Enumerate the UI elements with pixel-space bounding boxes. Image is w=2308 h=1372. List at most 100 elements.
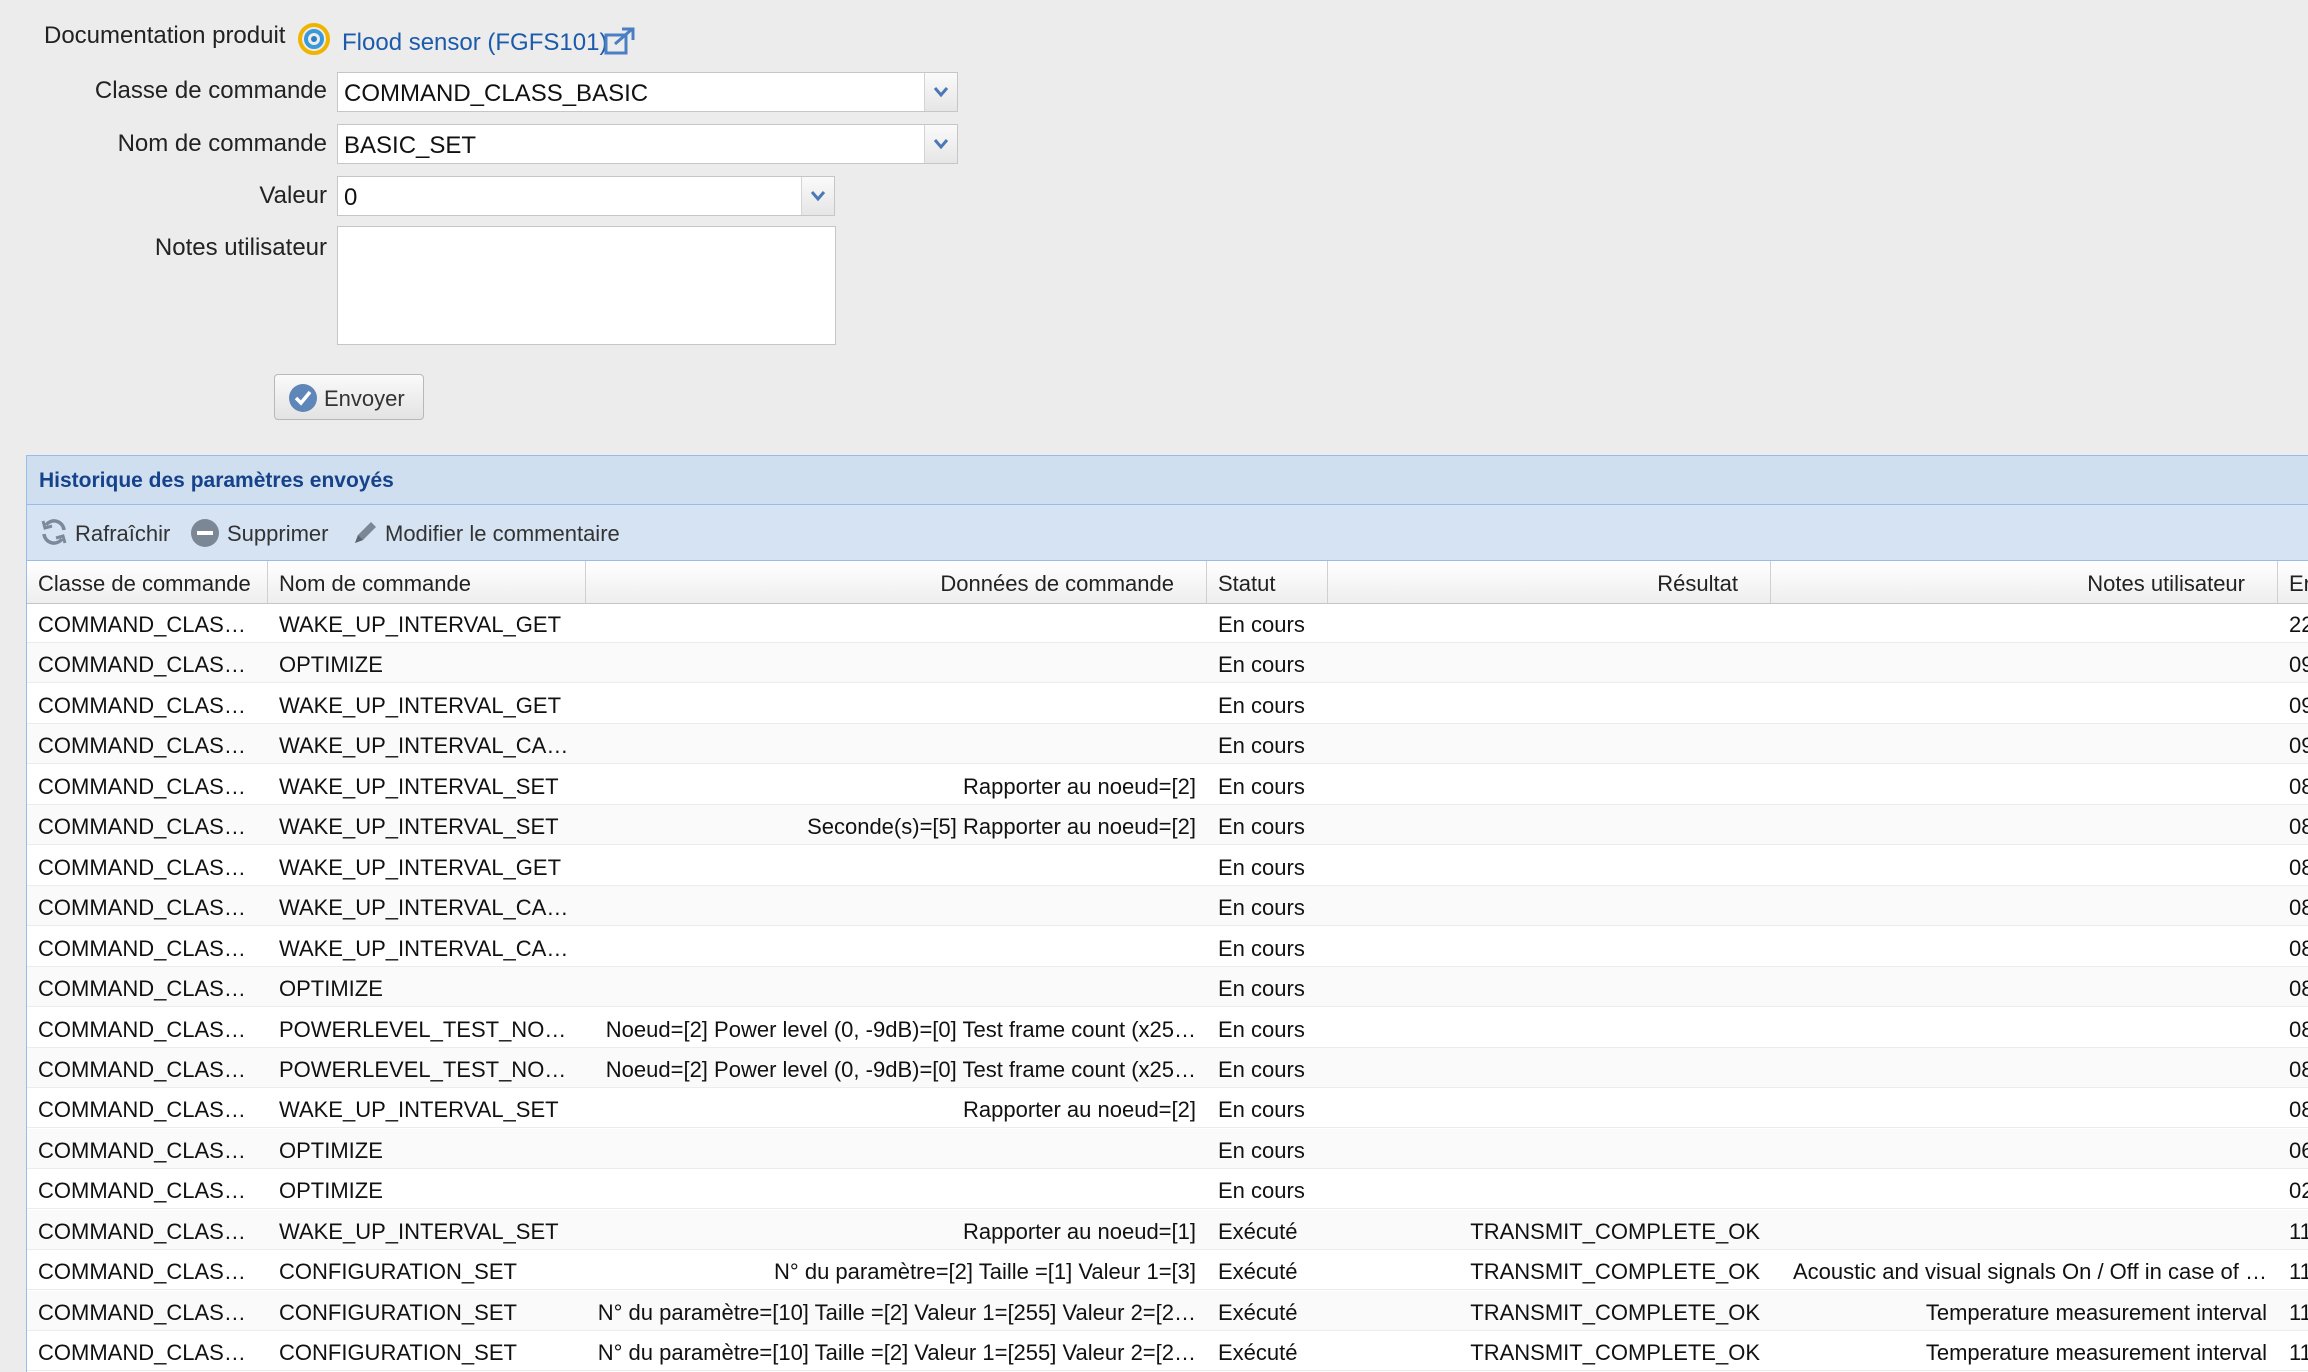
- edit-comment-button[interactable]: Modifier le commentaire: [349, 517, 649, 551]
- cell-command-name: WAKE_UP_INTERVAL_CA…: [279, 935, 569, 961]
- product-doc-icon[interactable]: [297, 22, 331, 61]
- column-header-command-name[interactable]: Nom de commande: [268, 561, 586, 603]
- cell-command-data: [586, 1129, 1207, 1169]
- cell-command-name: WAKE_UP_INTERVAL_GET: [279, 612, 562, 637]
- cell-user-notes: [1771, 724, 2278, 764]
- cell-command-class: COMMAND_CLASS…: [38, 612, 261, 637]
- minus-circle-icon: [191, 519, 219, 547]
- history-panel-header: Historique des paramètres envoyés: [26, 455, 2308, 505]
- cell-status: En cours: [1218, 1137, 1305, 1163]
- cell-command-name: WAKE_UP_INTERVAL_SET: [279, 814, 559, 840]
- value-dropdown-trigger[interactable]: [801, 177, 834, 215]
- table-row[interactable]: COMMAND_CLASS… OPTIMIZE En cours 09/: [27, 643, 2308, 684]
- value-label: Valeur: [259, 182, 327, 209]
- cell-command-name: WAKE_UP_INTERVAL_SET: [279, 1218, 559, 1244]
- cell-result: [1328, 886, 1771, 926]
- cell-date: 08/: [2289, 1016, 2308, 1042]
- table-row[interactable]: COMMAND_CLASS… OPTIMIZE En cours 06/: [27, 1128, 2308, 1169]
- cell-result: [1328, 684, 1771, 724]
- table-row[interactable]: COMMAND_CLASS… WAKE_UP_INTERVAL_GET En cou…: [27, 684, 2308, 724]
- delete-label: Supprimer: [227, 521, 329, 546]
- column-header-command-class[interactable]: Classe de commande: [27, 561, 268, 603]
- refresh-icon: [41, 519, 67, 545]
- table-row[interactable]: COMMAND_CLASS… WAKE_UP_INTERVAL_SET Second…: [27, 805, 2308, 846]
- cell-status: En cours: [1218, 935, 1305, 961]
- command-name-value: BASIC_SET: [344, 132, 477, 159]
- cell-date: 22/: [2289, 612, 2308, 637]
- send-button[interactable]: Envoyer: [274, 374, 424, 420]
- cell-result: [1328, 927, 1771, 967]
- cell-command-name: WAKE_UP_INTERVAL_SET: [279, 773, 559, 799]
- cell-command-class: COMMAND_CLASS…: [38, 895, 261, 921]
- cell-status: En cours: [1218, 1056, 1305, 1082]
- cell-result: [1328, 643, 1771, 683]
- command-name-dropdown-trigger[interactable]: [924, 125, 957, 163]
- external-link-icon[interactable]: [603, 26, 637, 61]
- cell-status: En cours: [1218, 612, 1305, 637]
- cell-command-name: WAKE_UP_INTERVAL_SET: [279, 1097, 559, 1123]
- refresh-button[interactable]: Rafraîchir: [39, 517, 171, 551]
- cell-result: [1328, 1008, 1771, 1048]
- value-combo[interactable]: 0: [337, 176, 835, 216]
- table-row[interactable]: COMMAND_CLASS… POWERLEVEL_TEST_NO… Noeud=[…: [27, 1008, 2308, 1048]
- cell-status: Exécuté: [1218, 1340, 1298, 1366]
- column-header-user-notes[interactable]: Notes utilisateur: [1771, 561, 2278, 603]
- table-row[interactable]: COMMAND_CLASS… OPTIMIZE En cours 02/: [27, 1169, 2308, 1210]
- cell-command-name: WAKE_UP_INTERVAL_CA…: [279, 733, 569, 759]
- cell-user-notes: [1771, 967, 2278, 1007]
- cell-user-notes: [1771, 1008, 2278, 1048]
- history-grid: Classe de commande Nom de commande Donné…: [26, 561, 2308, 1372]
- chevron-down-icon: [810, 191, 826, 202]
- cell-result: [1328, 724, 1771, 764]
- column-header-status[interactable]: Statut: [1207, 561, 1328, 603]
- table-row[interactable]: COMMAND_CLASS… WAKE_UP_INTERVAL_SET Rappor…: [27, 1088, 2308, 1129]
- command-class-combo[interactable]: COMMAND_CLASS_BASIC: [337, 72, 958, 112]
- table-row[interactable]: COMMAND_CLASS… CONFIGURATION_SET N° du par…: [27, 1290, 2308, 1331]
- cell-user-notes: [1771, 1129, 2278, 1169]
- cell-status: Exécuté: [1218, 1259, 1298, 1285]
- cell-date: 09/: [2289, 652, 2308, 678]
- history-toolbar: Rafraîchir Supprimer Modifier le comment…: [26, 505, 2308, 561]
- cell-command-data: Rapporter au noeud=[1]: [962, 1218, 1196, 1244]
- table-row[interactable]: COMMAND_CLASS… WAKE_UP_INTERVAL_CA… En cou…: [27, 886, 2308, 927]
- cell-status: En cours: [1218, 1178, 1305, 1204]
- table-row[interactable]: COMMAND_CLASS… CONFIGURATION_SET N° du par…: [27, 1331, 2308, 1372]
- cell-command-class: COMMAND_CLASS…: [38, 733, 261, 759]
- cell-result: [1328, 1048, 1771, 1088]
- cell-command-data: [586, 1169, 1207, 1209]
- cell-result: TRANSMIT_COMPLETE_OK: [1470, 1259, 1760, 1285]
- cell-command-name: OPTIMIZE: [279, 976, 383, 1002]
- column-header-date[interactable]: En: [2278, 561, 2308, 603]
- column-header-command-data[interactable]: Données de commande: [586, 561, 1207, 603]
- user-notes-textarea[interactable]: [337, 226, 836, 345]
- cell-user-notes: [1771, 765, 2278, 805]
- chevron-down-icon: [933, 139, 949, 150]
- cell-date: 08/: [2289, 1097, 2308, 1123]
- table-row[interactable]: COMMAND_CLASS… OPTIMIZE En cours 08/: [27, 967, 2308, 1008]
- cell-status: En cours: [1218, 1016, 1305, 1042]
- cell-date: 08/: [2289, 935, 2308, 961]
- table-row[interactable]: COMMAND_CLASS… POWERLEVEL_TEST_NO… Noeud=[…: [27, 1047, 2308, 1088]
- table-row[interactable]: COMMAND_CLASS… WAKE_UP_INTERVAL_CA… En cou…: [27, 927, 2308, 967]
- cell-command-data: Seconde(s)=[5] Rapporter au noeud=[2]: [807, 814, 1196, 840]
- cell-command-data: N° du paramètre=[2] Taille =[1] Valeur 1…: [774, 1259, 1196, 1285]
- table-row[interactable]: COMMAND_CLASS… WAKE_UP_INTERVAL_SET Rappor…: [27, 1209, 2308, 1250]
- delete-button[interactable]: Supprimer: [189, 517, 349, 551]
- cell-date: 08/: [2289, 976, 2308, 1002]
- command-name-combo[interactable]: BASIC_SET: [337, 124, 958, 164]
- column-header-result[interactable]: Résultat: [1328, 561, 1771, 603]
- table-row[interactable]: COMMAND_CLASS… WAKE_UP_INTERVAL_GET En cou…: [27, 846, 2308, 886]
- command-class-dropdown-trigger[interactable]: [924, 73, 957, 111]
- cell-user-notes: [1771, 1169, 2278, 1209]
- cell-command-data: Rapporter au noeud=[2]: [962, 773, 1196, 799]
- cell-command-class: COMMAND_CLASS…: [38, 1016, 261, 1042]
- cell-date: 08/: [2289, 773, 2308, 799]
- table-row[interactable]: COMMAND_CLASS… WAKE_UP_INTERVAL_GET En cou…: [27, 603, 2308, 643]
- table-row[interactable]: COMMAND_CLASS… CONFIGURATION_SET N° du par…: [27, 1250, 2308, 1291]
- table-row[interactable]: COMMAND_CLASS… WAKE_UP_INTERVAL_SET Rappor…: [27, 765, 2308, 805]
- cell-command-class: COMMAND_CLASS…: [38, 692, 261, 718]
- chevron-down-icon: [933, 87, 949, 98]
- cell-command-data: [586, 927, 1207, 967]
- product-doc-link[interactable]: Flood sensor (FGFS101): [342, 29, 607, 57]
- table-row[interactable]: COMMAND_CLASS… WAKE_UP_INTERVAL_CA… En cou…: [27, 724, 2308, 765]
